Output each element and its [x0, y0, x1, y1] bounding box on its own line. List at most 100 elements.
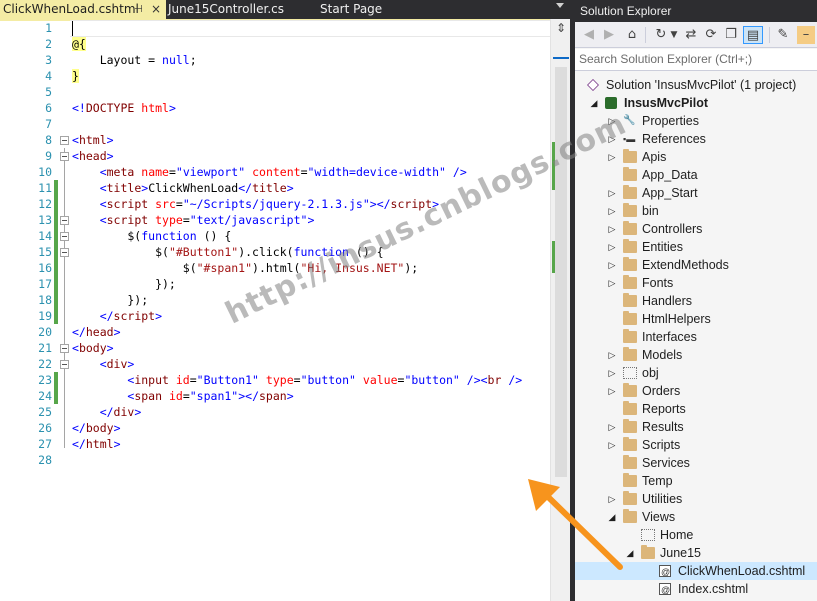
collapsed-arrow-icon[interactable]: ▷: [607, 220, 617, 238]
tree-item-obj[interactable]: ▷ obj: [575, 364, 817, 382]
tab-june15controller[interactable]: June15Controller.cs: [168, 0, 284, 19]
tree-item-entities[interactable]: ▷ Entities: [575, 238, 817, 256]
code-token: "Button1": [196, 373, 259, 387]
scrollbar-thumb[interactable]: [555, 67, 567, 477]
code-line: <meta name="viewport" content="width=dev…: [72, 164, 467, 180]
sync-icon[interactable]: ⇄: [683, 26, 699, 44]
code-line: <input id="Button1" type="button" value=…: [72, 372, 522, 388]
collapsed-arrow-icon[interactable]: ▷: [607, 364, 617, 382]
collapsed-arrow-icon[interactable]: ▷: [607, 256, 617, 274]
tab-clickwhenload[interactable]: ClickWhenLoad.cshtml ⊣ ×: [0, 0, 166, 19]
code-line: </html>: [72, 436, 121, 452]
tree-item-handlers[interactable]: Handlers: [575, 292, 817, 310]
toolbar-separator: [645, 27, 646, 43]
properties-icon[interactable]: ✎: [775, 26, 791, 44]
collapse-icon[interactable]: [60, 136, 69, 145]
collapsed-arrow-icon[interactable]: ▷: [607, 382, 617, 400]
tree-item-htmlhelpers[interactable]: HtmlHelpers: [575, 310, 817, 328]
code-token: () {: [196, 229, 232, 243]
code-token: >: [106, 133, 114, 147]
folder-icon: [623, 437, 637, 451]
tree-item-scripts[interactable]: ▷ Scripts: [575, 436, 817, 454]
collapsed-arrow-icon[interactable]: ▷: [607, 346, 617, 364]
code-token: head: [85, 325, 114, 339]
folder-icon: [623, 401, 637, 415]
tree-item-controllers[interactable]: ▷ Controllers: [575, 220, 817, 238]
tree-item-models[interactable]: ▷ Models: [575, 346, 817, 364]
show-all-files-icon[interactable]: ▤: [743, 26, 763, 44]
tree-item-reports[interactable]: Reports: [575, 400, 817, 418]
line-number: 23: [38, 373, 52, 387]
tree-item-label: Results: [642, 420, 684, 434]
collapsed-arrow-icon[interactable]: ▷: [607, 238, 617, 256]
tree-item-fonts[interactable]: ▷ Fonts: [575, 274, 817, 292]
pin-icon[interactable]: –: [797, 26, 815, 44]
folder-icon: [623, 185, 637, 199]
history-icon[interactable]: ↻: [653, 26, 669, 44]
code-token: content: [252, 165, 301, 179]
code-token: ></: [238, 389, 259, 403]
solution-explorer-toolbar: ◀ ▶ ⌂ ↻ ▼ ⇄ ⟳ ❐ ▤ ✎ –: [575, 22, 817, 48]
open-folder-icon: [641, 545, 655, 559]
collapsed-arrow-icon[interactable]: ▷: [607, 184, 617, 202]
line-number: 9: [45, 149, 52, 163]
code-token: "width=device-width": [307, 165, 446, 179]
code-token: DOCTYPE: [85, 101, 135, 115]
collapse-icon[interactable]: [60, 152, 69, 161]
line-number: 6: [45, 101, 52, 115]
line-number: 21: [38, 341, 52, 355]
tree-item-index-cshtml[interactable]: Index.cshtml: [575, 580, 817, 599]
collapse-icon[interactable]: [60, 232, 69, 241]
collapse-icon[interactable]: [60, 344, 69, 353]
tree-item-label: Scripts: [642, 438, 681, 452]
code-line: <body>: [72, 340, 114, 356]
collapse-icon[interactable]: [60, 360, 69, 369]
split-view-icon[interactable]: ⇕: [554, 21, 568, 36]
code-token: "#span1": [196, 261, 253, 275]
change-bar: [54, 180, 58, 324]
code-line: $(function () {: [72, 228, 231, 244]
collapsed-arrow-icon[interactable]: ▷: [607, 436, 617, 454]
dropdown-icon[interactable]: ▼: [669, 26, 679, 44]
tree-item-solution-insusmvcpilot-1-project[interactable]: Solution 'InsusMvcPilot' (1 project): [575, 76, 817, 94]
collapsed-arrow-icon[interactable]: ▷: [607, 148, 617, 166]
collapse-all-icon[interactable]: ❐: [723, 26, 739, 44]
tree-item-services[interactable]: Services: [575, 454, 817, 472]
code-line: </head>: [72, 324, 121, 340]
solution-explorer-search-input[interactable]: Search Solution Explorer (Ctrl+;): [575, 49, 817, 71]
folder-icon: [623, 221, 637, 235]
collapsed-arrow-icon[interactable]: ▷: [607, 274, 617, 292]
code-token: title: [106, 181, 142, 195]
collapse-icon[interactable]: [60, 248, 69, 257]
tree-item-app-start[interactable]: ▷ App_Start: [575, 184, 817, 202]
collapsed-arrow-icon[interactable]: ▷: [607, 418, 617, 436]
back-icon[interactable]: ◀: [581, 26, 597, 44]
tab-list-dropdown-icon[interactable]: [556, 3, 564, 8]
pin-icon[interactable]: ⊣: [134, 0, 143, 19]
close-icon[interactable]: ×: [151, 0, 161, 19]
expanded-arrow-icon[interactable]: ◢: [589, 94, 599, 112]
home-icon[interactable]: ⌂: [623, 26, 641, 44]
folder-icon: [623, 293, 637, 307]
tree-item-results[interactable]: ▷ Results: [575, 418, 817, 436]
tree-item-apis[interactable]: ▷ Apis: [575, 148, 817, 166]
tree-item-orders[interactable]: ▷ Orders: [575, 382, 817, 400]
code-token: >: [168, 101, 176, 115]
tree-item-interfaces[interactable]: Interfaces: [575, 328, 817, 346]
folder-icon: [623, 419, 637, 433]
code-token: ).click(: [238, 245, 294, 259]
tab-start-page[interactable]: Start Page: [320, 0, 382, 19]
tree-item-label: Index.cshtml: [678, 582, 749, 596]
code-token: >: [113, 325, 121, 339]
collapsed-arrow-icon[interactable]: ▷: [607, 202, 617, 220]
refresh-icon[interactable]: ⟳: [703, 26, 719, 44]
tree-item-bin[interactable]: ▷ bin: [575, 202, 817, 220]
tree-item-app-data[interactable]: App_Data: [575, 166, 817, 184]
line-number: 22: [38, 357, 52, 371]
collapse-icon[interactable]: [60, 216, 69, 225]
forward-icon[interactable]: ▶: [601, 26, 617, 44]
tree-item-extendmethods[interactable]: ▷ ExtendMethods: [575, 256, 817, 274]
line-number: 24: [38, 389, 52, 403]
hidden-folder-icon: [641, 529, 655, 541]
